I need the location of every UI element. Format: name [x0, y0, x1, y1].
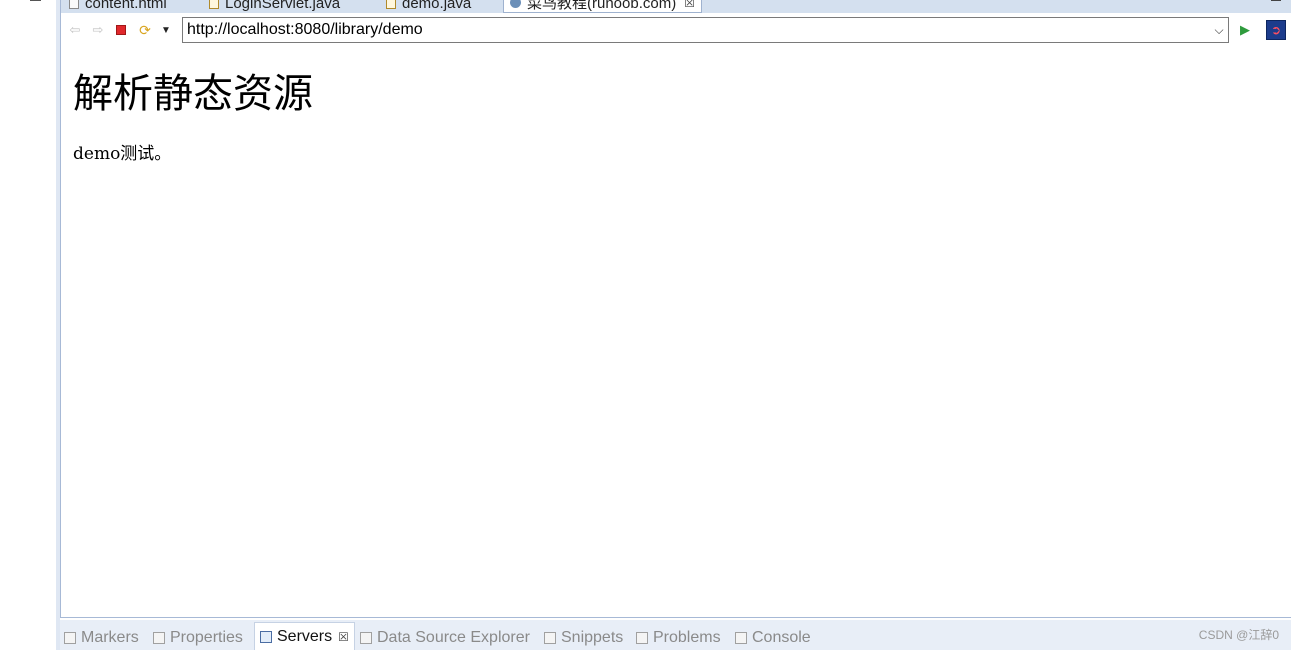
dropdown-arrow-icon[interactable]: ▼: [157, 22, 175, 38]
tab-label: Problems: [653, 629, 721, 646]
java-file-icon: [386, 0, 396, 9]
tab-label: Data Source Explorer: [377, 629, 530, 646]
tab-label: Properties: [170, 629, 243, 646]
tab-markers[interactable]: Markers: [64, 628, 139, 648]
maximize-button[interactable]: [1271, 0, 1281, 1]
properties-icon: [153, 632, 165, 644]
url-input[interactable]: [183, 21, 1210, 39]
chevron-down-icon[interactable]: ⌵: [1210, 23, 1228, 38]
problems-icon: [636, 632, 648, 644]
minimize-button[interactable]: [30, 0, 41, 2]
refresh-icon[interactable]: ⟳: [136, 22, 154, 38]
page-heading: 解析静态资源: [73, 71, 313, 117]
tab-label: Console: [752, 629, 811, 646]
stop-icon[interactable]: [112, 22, 130, 38]
tab-console[interactable]: Console: [735, 628, 811, 648]
web-page-content: 解析静态资源 demo测试。: [73, 60, 1291, 166]
tab-properties[interactable]: Properties: [153, 628, 243, 648]
tab-loginservlet-java[interactable]: LoginServlet.java: [209, 0, 340, 13]
tab-label: Servers: [277, 627, 333, 645]
tab-content-html[interactable]: content.html: [69, 0, 167, 13]
globe-icon: [510, 0, 521, 8]
tab-problems[interactable]: Problems: [636, 628, 721, 648]
data-source-icon: [360, 632, 372, 644]
editor-tab-bar: content.html LoginServlet.java demo.java…: [61, 0, 1291, 13]
page-paragraph: demo测试。: [73, 144, 172, 164]
web-browser-icon[interactable]: ➲: [1266, 20, 1286, 40]
forward-arrow-icon[interactable]: ⇨: [89, 22, 107, 38]
tab-label: 菜鸟教程(runoob.com): [527, 0, 677, 12]
tab-servers[interactable]: Servers ☒: [254, 622, 355, 650]
tab-label: content.html: [85, 0, 167, 12]
watermark: CSDN @江辞0: [1198, 628, 1279, 642]
tab-label: demo.java: [402, 0, 472, 12]
left-panel: [0, 0, 56, 650]
tab-data-source-explorer[interactable]: Data Source Explorer: [360, 628, 530, 648]
tab-label: LoginServlet.java: [225, 0, 341, 12]
html-file-icon: [69, 0, 79, 9]
tab-demo-java[interactable]: demo.java: [386, 0, 471, 13]
tab-label: Snippets: [561, 629, 624, 646]
close-icon[interactable]: ☒: [684, 0, 695, 10]
browser-editor: content.html LoginServlet.java demo.java…: [60, 0, 1291, 618]
markers-icon: [64, 632, 76, 644]
play-icon[interactable]: ▶: [1237, 22, 1253, 38]
tab-snippets[interactable]: Snippets: [544, 628, 623, 648]
close-icon[interactable]: ☒: [338, 630, 349, 644]
browser-toolbar: ⇦ ⇨ ⟳ ▼ ⌵ ▶ ➲: [61, 13, 1291, 47]
console-icon: [735, 632, 747, 644]
servers-icon: [260, 630, 272, 643]
snippets-icon: [544, 632, 556, 644]
back-arrow-icon[interactable]: ⇦: [66, 22, 84, 38]
bottom-view-tabs: Markers Properties Servers ☒ Data Source…: [60, 620, 1291, 650]
tab-label: Markers: [81, 629, 139, 646]
tab-runoob[interactable]: 菜鸟教程(runoob.com) ☒: [503, 0, 702, 13]
url-bar[interactable]: ⌵: [182, 17, 1229, 43]
java-file-icon: [209, 0, 219, 9]
